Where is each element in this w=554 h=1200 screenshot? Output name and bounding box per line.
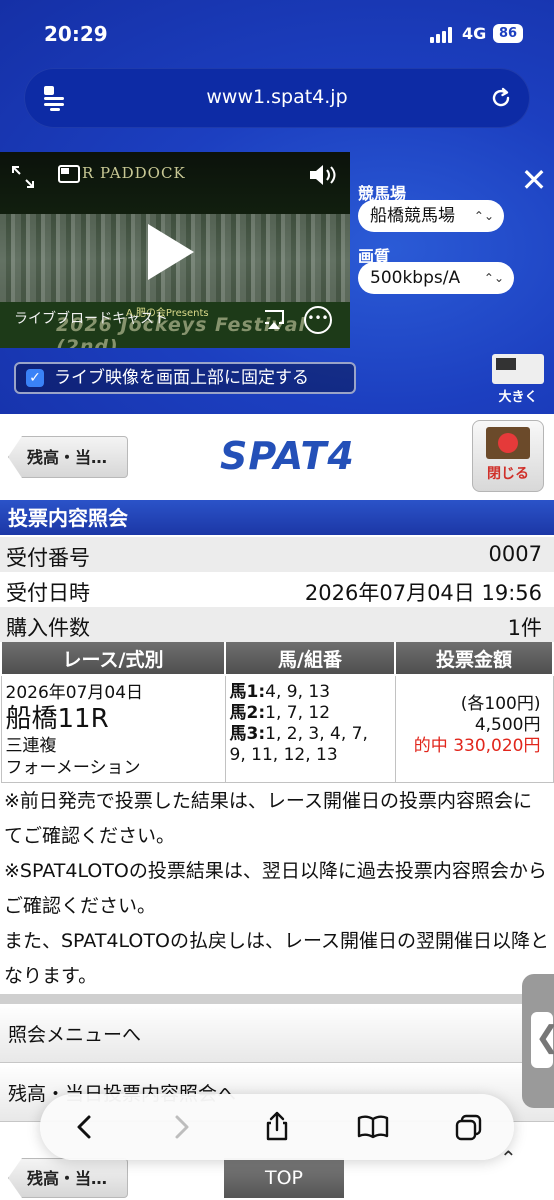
browser-toolbar: [40, 1094, 514, 1160]
horse-3-label: 馬3:: [229, 724, 266, 744]
pip-icon[interactable]: [56, 162, 82, 188]
footer-back-button[interactable]: 残高・当…: [8, 1158, 128, 1198]
table-row: 2026年07月04日 船橋11R 三連複 フォーメーション 馬1:4, 9, …: [0, 674, 554, 783]
side-drawer-handle[interactable]: ❮: [522, 974, 554, 1108]
bet-table-header: レース/式別 馬/組番 投票金額: [0, 642, 554, 676]
bet-type: 三連複: [5, 736, 57, 756]
horse-3-line: 馬3:1, 2, 3, 4, 7,: [226, 724, 395, 745]
horse-1-values: 4, 9, 13: [265, 682, 331, 702]
unit-amount: (各100円): [460, 694, 541, 714]
receipt-time-row: 受付日時 2026年07月04日 19:56: [0, 572, 554, 609]
video-overlay-title: R PADDOCK: [82, 164, 186, 182]
film-icon: [486, 427, 530, 459]
chevron-left-icon: ❮: [535, 1020, 554, 1055]
close-video-icon[interactable]: ✕: [518, 164, 550, 196]
close-video-label: 閉じる: [487, 466, 529, 482]
airplay-icon[interactable]: [262, 308, 286, 330]
back-button[interactable]: 残高・当…: [8, 436, 128, 478]
expand-icon[interactable]: [10, 164, 36, 190]
receipt-number-label: 受付番号: [6, 546, 90, 570]
horse-1-label: 馬1:: [229, 682, 266, 702]
back-icon[interactable]: [66, 1108, 104, 1146]
checkmark-icon[interactable]: ✓: [26, 369, 44, 387]
amount-cell: (各100円) 4,500円 的中 330,020円: [394, 674, 554, 783]
horse-3-values: 1, 2, 3, 4, 7,: [265, 724, 368, 744]
note-3: また、SPAT4LOTOの払戻しは、レース開催日の翌開催日以降となります。: [4, 930, 549, 987]
reload-icon[interactable]: [488, 85, 514, 111]
menu-item-inquiry[interactable]: 照会メニューへ: [0, 1004, 554, 1063]
forward-icon[interactable]: [162, 1108, 200, 1146]
volume-icon[interactable]: [306, 162, 340, 188]
purchase-count-row: 購入件数 1件: [0, 607, 554, 644]
video-player[interactable]: R PADDOCK A.肥の会Presents 2026 Jockeys Fes…: [0, 152, 350, 348]
horses-cell: 馬1:4, 9, 13 馬2:1, 7, 12 馬3:1, 2, 3, 4, 7…: [224, 674, 396, 783]
purchase-count-value: 1件: [507, 616, 542, 640]
receipt-number-row: 受付番号 0007: [0, 537, 554, 574]
total-amount: 4,500円: [474, 715, 541, 735]
spat4-logo: SPAT4: [220, 434, 355, 478]
receipt-time-value: 2026年07月04日 19:56: [304, 581, 542, 605]
race-name: 船橋11R: [5, 704, 109, 734]
col-horses: 馬/組番: [224, 642, 396, 676]
note-1: ※前日発売で投票した結果は、レース開催日の投票内容照会にてご確認ください。: [4, 790, 532, 847]
status-bar: 20:29 4G 86: [0, 0, 554, 66]
tabs-icon[interactable]: [450, 1108, 488, 1146]
horse-2-line: 馬2:1, 7, 12: [226, 703, 395, 724]
venue-select[interactable]: 船橋競馬場 ⌃⌄: [358, 200, 504, 232]
page-header: 残高・当… SPAT4: [0, 414, 554, 498]
bet-formation: フォーメーション: [5, 758, 141, 778]
horse-1-line: 馬1:4, 9, 13: [226, 682, 395, 703]
venue-select-value: 船橋競馬場: [370, 206, 455, 226]
live-video-panel: 20:29 4G 86 www1.spat4.jp R PADDOCK A.肥の…: [0, 0, 554, 414]
video-caption: ライブブロードキャスト: [14, 311, 168, 327]
top-button[interactable]: TOP: [224, 1158, 344, 1198]
signal-icon: [430, 27, 456, 43]
notes: ※前日発売で投票した結果は、レース開催日の投票内容照会にてご確認ください。 ※S…: [4, 784, 550, 994]
horse-2-label: 馬2:: [229, 703, 266, 723]
select-chevron-icon: ⌃⌄: [473, 209, 494, 223]
select-chevron-icon: ⌃⌄: [483, 271, 504, 285]
more-options-icon[interactable]: •••: [304, 306, 332, 334]
address-bar[interactable]: www1.spat4.jp: [24, 68, 530, 128]
note-2: ※SPAT4LOTOの投票結果は、翌日以降に過去投票内容照会からご確認ください。: [4, 860, 547, 917]
divider: [0, 994, 554, 1004]
bet-table: レース/式別 馬/組番 投票金額 2026年07月04日 船橋11R 三連複 フ…: [0, 642, 554, 783]
play-icon[interactable]: [148, 224, 194, 280]
col-race: レース/式別: [0, 642, 226, 676]
pin-video-checkbox[interactable]: ✓ ライブ映像を画面上部に固定する: [14, 362, 356, 394]
col-amount: 投票金額: [394, 642, 554, 676]
enlarge-label: 大きく: [498, 390, 538, 405]
menu-item-inquiry-label: 照会メニューへ: [8, 1024, 142, 1046]
url-text[interactable]: www1.spat4.jp: [24, 86, 530, 108]
quality-select[interactable]: 500kbps/A ⌃⌄: [358, 262, 514, 294]
status-time: 20:29: [44, 22, 108, 46]
race-cell: 2026年07月04日 船橋11R 三連複 フォーメーション: [0, 674, 226, 783]
quality-select-value: 500kbps/A: [370, 268, 461, 288]
horse-3-values-cont: 9, 11, 12, 13: [229, 745, 338, 765]
receipt-number-value: 0007: [488, 542, 542, 566]
enlarge-icon: [492, 354, 544, 384]
close-video-button[interactable]: 閉じる: [472, 420, 544, 492]
share-icon[interactable]: [258, 1108, 296, 1146]
enlarge-button[interactable]: 大きく: [490, 354, 546, 410]
race-date: 2026年07月04日: [5, 683, 144, 703]
network-type: 4G: [462, 24, 487, 43]
section-title: 投票内容照会: [0, 500, 554, 536]
horse-2-values: 1, 7, 12: [265, 703, 331, 723]
pin-video-label: ライブ映像を画面上部に固定する: [54, 368, 309, 388]
battery-icon: 86: [493, 24, 523, 43]
bookmarks-icon[interactable]: [354, 1108, 392, 1146]
receipt-time-label: 受付日時: [6, 581, 90, 605]
payout-amount: 的中 330,020円: [413, 736, 541, 756]
purchase-count-label: 購入件数: [6, 616, 90, 640]
